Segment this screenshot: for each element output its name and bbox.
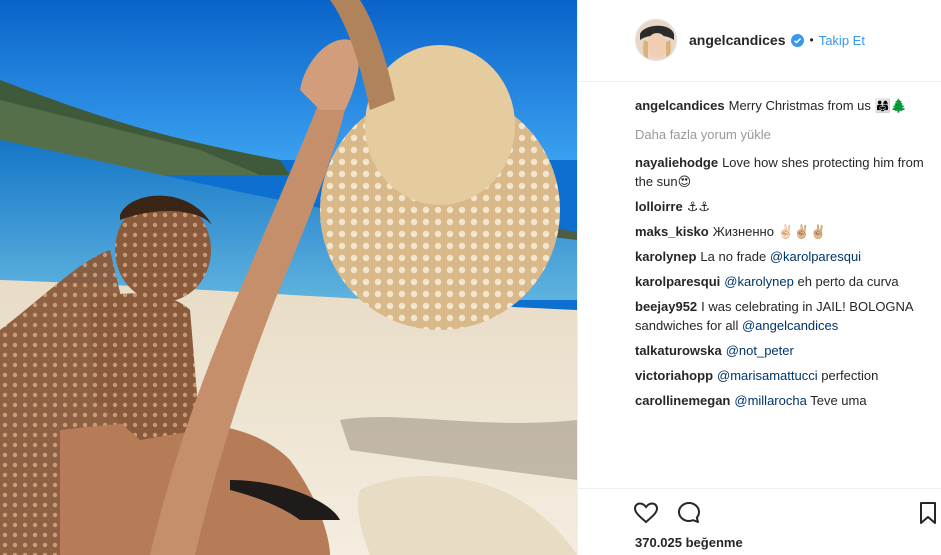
post-sidebar: angelcandices • Takip Et angelcandices Me… xyxy=(577,0,941,555)
comment-username[interactable]: maks_kisko xyxy=(635,224,709,239)
comment-item: karolynep La no frade @karolparesqui xyxy=(635,247,935,266)
comment-item: lolloirre ⚓⚓ xyxy=(635,197,935,216)
comment-item: victoriahopp @marisamattucci perfection xyxy=(635,366,935,385)
comment-item: beejay952 I was celebrating in JAIL! BOLO… xyxy=(635,297,935,335)
post-photo[interactable] xyxy=(0,0,577,555)
comment-username[interactable]: lolloirre xyxy=(635,199,683,214)
comment-username[interactable]: nayaliehodge xyxy=(635,155,718,170)
header-text: angelcandices • Takip Et xyxy=(689,32,865,48)
username-link[interactable]: angelcandices xyxy=(689,32,786,48)
comment-username[interactable]: talkaturowska xyxy=(635,343,722,358)
comment-text: perfection xyxy=(821,368,879,383)
caption: angelcandices Merry Christmas from us 👨‍👩… xyxy=(635,96,935,115)
comment-bubble-icon[interactable] xyxy=(676,500,702,526)
comment-username[interactable]: beejay952 xyxy=(635,299,697,314)
load-more-comments-button[interactable]: Daha fazla yorum yükle xyxy=(635,125,935,144)
post-actions-bar: 370.025 beğenme xyxy=(578,488,941,555)
comment-username[interactable]: victoriahopp xyxy=(635,368,713,383)
heart-icon[interactable] xyxy=(633,500,659,526)
avatar-image xyxy=(636,20,676,60)
comment-text: ⚓⚓ xyxy=(686,199,710,214)
separator-dot: • xyxy=(809,33,814,47)
comment-mention-link[interactable]: @karolparesqui xyxy=(770,249,861,264)
comment-item: talkaturowska @not_peter xyxy=(635,341,935,360)
comment-username[interactable]: karolparesqui xyxy=(635,274,720,289)
caption-text: Merry Christmas from us 👨‍👩‍👧🌲 xyxy=(728,98,907,113)
beach-photo-illustration xyxy=(0,0,577,555)
comment-item: carollinemegan @millarocha Teve uma xyxy=(635,391,935,410)
verified-badge-icon xyxy=(790,33,804,47)
comment-mention-link[interactable]: @millarocha xyxy=(734,393,806,408)
comment-username[interactable]: karolynep xyxy=(635,249,696,264)
caption-username[interactable]: angelcandices xyxy=(635,98,725,113)
avatar[interactable] xyxy=(635,19,677,61)
comment-mention-link[interactable]: @karolynep xyxy=(724,274,794,289)
comment-text: La no frade xyxy=(700,249,767,264)
comment-text: Teve uma xyxy=(810,393,867,408)
comment-text: Жизненно ✌🏻✌🏼✌🏼 xyxy=(712,224,827,239)
comment-username[interactable]: carollinemegan xyxy=(635,393,730,408)
comment-item: maks_kisko Жизненно ✌🏻✌🏼✌🏼 xyxy=(635,222,935,241)
comment-mention-link[interactable]: @marisamattucci xyxy=(717,368,818,383)
post-header: angelcandices • Takip Et xyxy=(578,0,941,82)
comment-mention-link[interactable]: @angelcandices xyxy=(742,318,838,333)
comment-mention-link[interactable]: @not_peter xyxy=(726,343,794,358)
comments-list[interactable]: angelcandices Merry Christmas from us 👨‍👩… xyxy=(635,96,935,488)
comment-text: eh perto da curva xyxy=(797,274,899,289)
bookmark-icon[interactable] xyxy=(915,500,941,526)
comment-item: nayaliehodge Love how shes protecting him… xyxy=(635,153,935,191)
comment-item: karolparesqui @karolynep eh perto da curv… xyxy=(635,272,935,291)
follow-button[interactable]: Takip Et xyxy=(819,33,865,48)
likes-count[interactable]: 370.025 beğenme xyxy=(635,535,743,550)
